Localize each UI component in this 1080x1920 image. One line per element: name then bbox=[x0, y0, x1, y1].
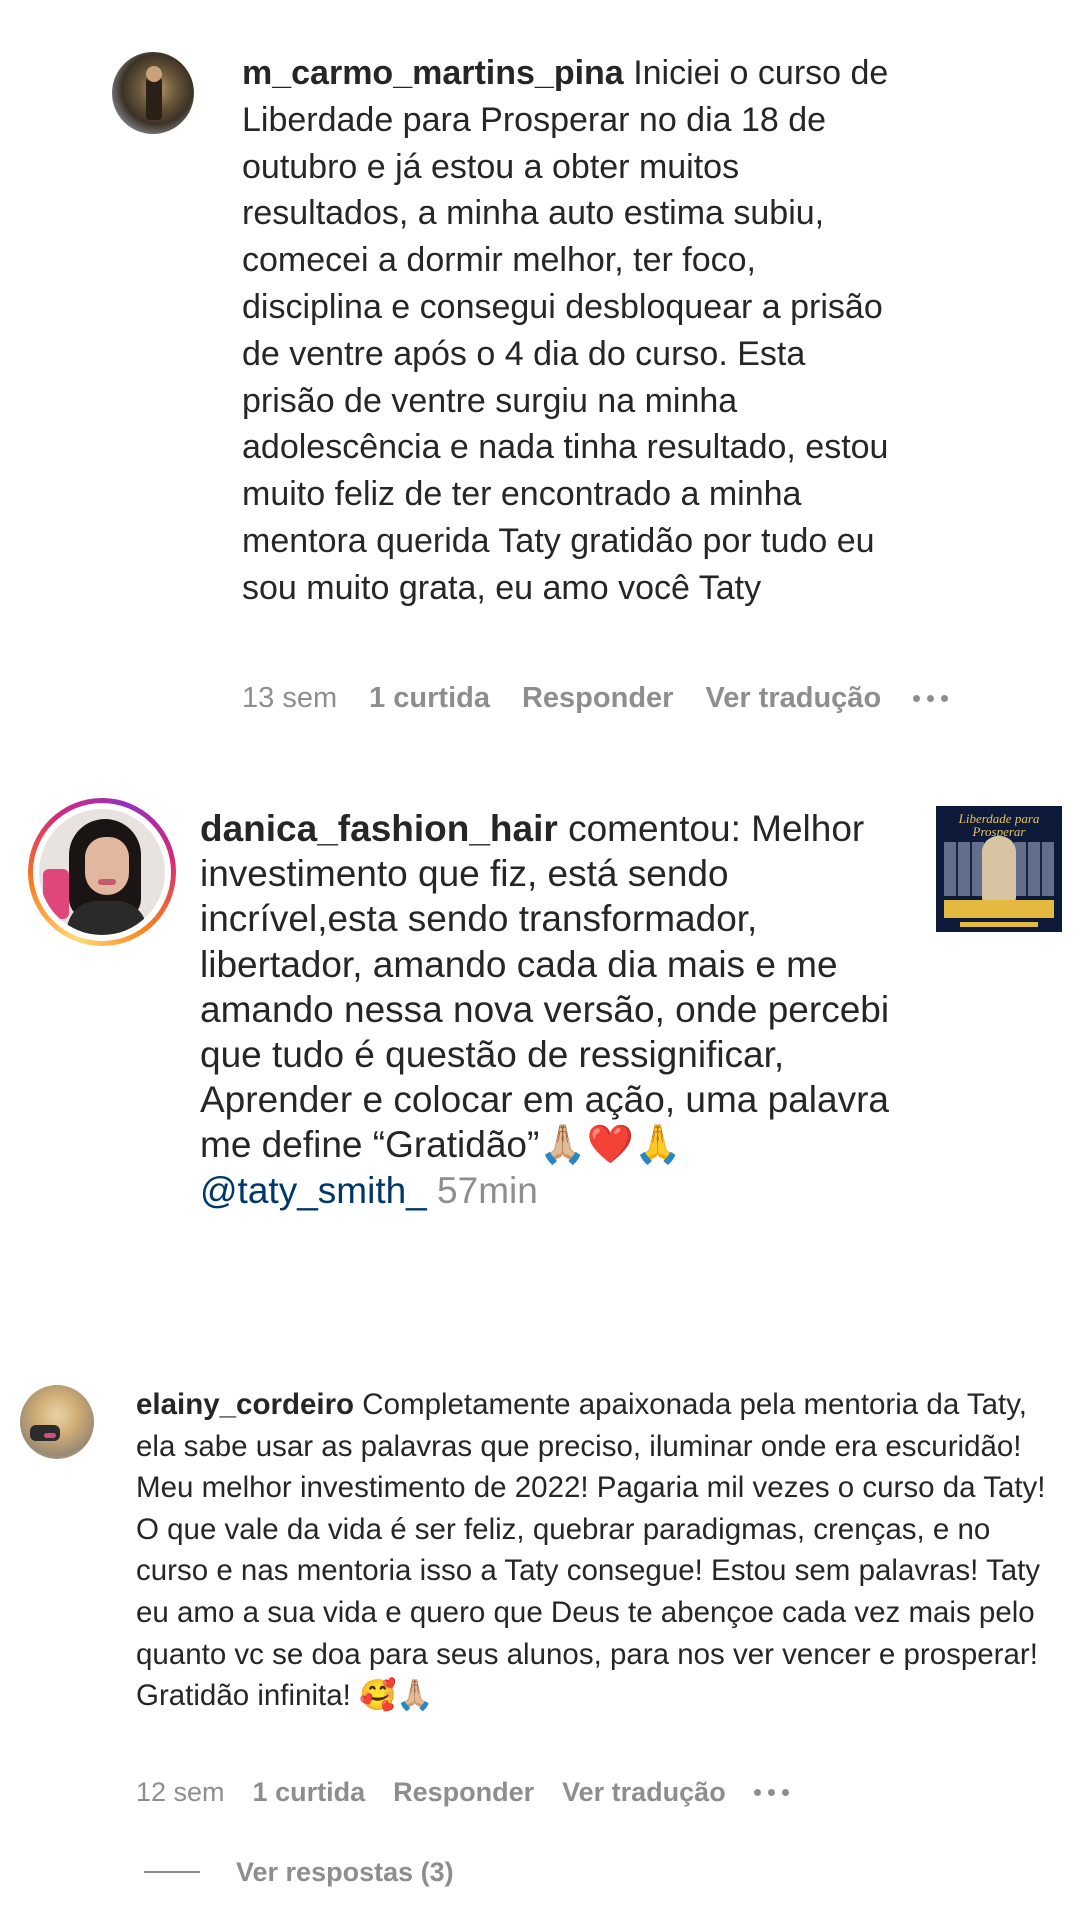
avatar-face bbox=[85, 837, 129, 895]
comment-time: 13 sem bbox=[242, 681, 338, 714]
comment-actions: 12 sem 1 curtida Responder Ver tradução bbox=[136, 1772, 789, 1812]
mention-link[interactable]: @taty_smith_ bbox=[200, 1170, 427, 1211]
more-horizontal-icon[interactable] bbox=[753, 1788, 789, 1796]
avatar-bg-object bbox=[43, 869, 69, 919]
notification-body: danica_fashion_hair comentou: Melhor inv… bbox=[200, 806, 900, 1213]
avatar-shirt bbox=[67, 901, 147, 935]
reply-button[interactable]: Responder bbox=[393, 1777, 534, 1808]
avatar-head bbox=[146, 66, 162, 82]
thumbnail-person bbox=[982, 836, 1016, 902]
avatar-m-carmo[interactable] bbox=[112, 52, 194, 134]
comment-actions: 13 sem 1 curtida Responder Ver tradução bbox=[242, 678, 949, 718]
replies-divider-line bbox=[144, 1871, 200, 1873]
comment-username[interactable]: elainy_cordeiro bbox=[136, 1388, 354, 1421]
avatar-danica bbox=[39, 809, 165, 935]
comment-username[interactable]: m_carmo_martins_pina bbox=[242, 54, 624, 92]
reply-button[interactable]: Responder bbox=[522, 682, 673, 715]
view-replies-button[interactable]: Ver respostas (3) bbox=[144, 1852, 454, 1892]
comment-body: elainy_cordeiro Completamente apaixonada… bbox=[136, 1384, 1056, 1717]
avatar-lips bbox=[98, 879, 116, 885]
post-thumbnail[interactable]: Liberdade para Prosperar bbox=[936, 806, 1062, 932]
comment-text: Completamente apaixonada pela mentoria d… bbox=[136, 1388, 1046, 1713]
notification-emojis: 🙏🏼❤️🙏 bbox=[539, 1122, 682, 1167]
notification-username[interactable]: danica_fashion_hair bbox=[200, 808, 558, 849]
avatar-elainy[interactable] bbox=[20, 1385, 94, 1459]
likes-count[interactable]: 1 curtida bbox=[369, 682, 490, 715]
translate-button[interactable]: Ver tradução bbox=[705, 682, 881, 715]
comment-body: m_carmo_martins_pina Iniciei o curso de … bbox=[242, 50, 902, 612]
comment-time: 12 sem bbox=[136, 1776, 225, 1807]
avatar-mouth bbox=[44, 1433, 56, 1438]
thumbnail-band bbox=[944, 900, 1054, 918]
avatar-story-ring[interactable] bbox=[28, 798, 176, 946]
notification-time: 57min bbox=[437, 1169, 538, 1211]
thumbnail-band-small bbox=[960, 922, 1038, 927]
comment-emojis: 🥰🙏🏼 bbox=[359, 1678, 434, 1714]
likes-count[interactable]: 1 curtida bbox=[253, 1777, 366, 1808]
translate-button[interactable]: Ver tradução bbox=[562, 1777, 726, 1808]
comment-text: Iniciei o curso de Liberdade para Prospe… bbox=[242, 54, 889, 607]
notification-action: comentou: bbox=[568, 808, 741, 849]
view-replies-label: Ver respostas (3) bbox=[236, 1856, 454, 1887]
thumbnail-title: Liberdade para Prosperar bbox=[958, 811, 1040, 839]
more-horizontal-icon[interactable] bbox=[913, 694, 949, 702]
notification-text: Melhor investimento que fiz, está sendo … bbox=[200, 808, 890, 1166]
